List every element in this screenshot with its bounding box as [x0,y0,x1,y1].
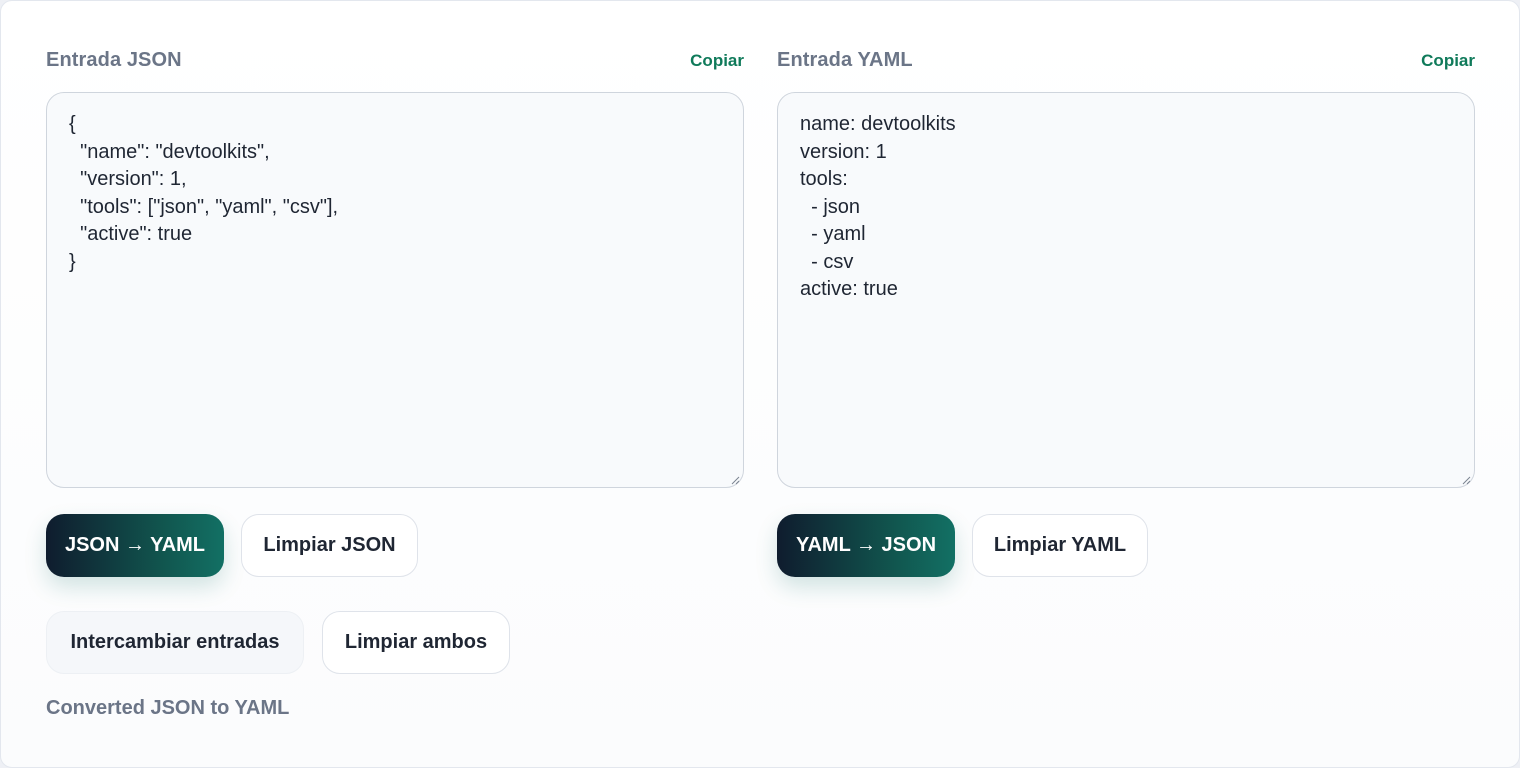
yaml-input-textarea[interactable]: name: devtoolkits version: 1 tools: - js… [777,92,1475,488]
copy-yaml-button[interactable]: Copiar [1421,51,1475,71]
clear-both-button[interactable]: Limpiar ambos [322,611,510,674]
json-to-yaml-button[interactable]: JSON → YAML [46,514,224,577]
json-panel-title: Entrada JSON [46,49,182,71]
status-message: Converted JSON to YAML [46,697,290,719]
clear-json-button[interactable]: Limpiar JSON [241,514,418,577]
yaml-panel-title: Entrada YAML [777,49,913,71]
converter-card: Entrada JSON Copiar { "name": "devtoolki… [0,0,1520,768]
copy-json-button[interactable]: Copiar [690,51,744,71]
yaml-panel-header: Entrada YAML Copiar [777,49,1475,75]
swap-inputs-button[interactable]: Intercambiar entradas [46,611,304,674]
resize-grip-icon[interactable] [730,475,740,485]
json-input-textarea[interactable]: { "name": "devtoolkits", "version": 1, "… [46,92,744,488]
clear-yaml-button[interactable]: Limpiar YAML [972,514,1148,577]
json-panel-header: Entrada JSON Copiar [46,49,744,75]
resize-grip-icon[interactable] [1461,475,1471,485]
yaml-to-json-button[interactable]: YAML → JSON [777,514,955,577]
